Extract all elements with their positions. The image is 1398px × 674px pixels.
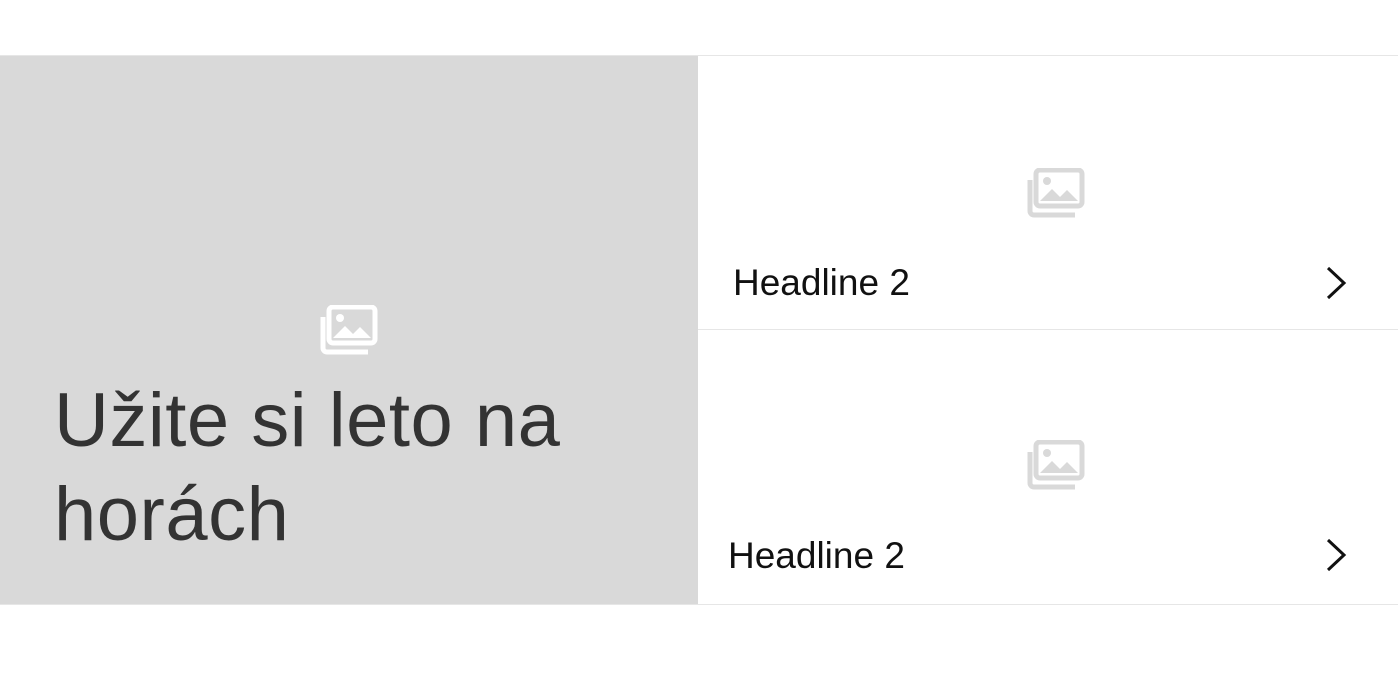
hero-teaser[interactable]: Užite si leto na horách xyxy=(0,56,698,604)
teaser-card[interactable]: Headline 2 xyxy=(698,56,1398,330)
chevron-right-icon[interactable] xyxy=(1322,265,1350,301)
teaser-list: Headline 2 Headline 2 xyxy=(698,56,1398,604)
teaser-section: Užite si leto na horách Headline 2 Headl… xyxy=(0,55,1398,605)
hero-title: Užite si leto na horách xyxy=(54,378,561,557)
image-gallery-icon xyxy=(1027,168,1085,218)
image-gallery-icon xyxy=(320,305,378,355)
image-gallery-icon xyxy=(1027,440,1085,490)
chevron-right-icon[interactable] xyxy=(1322,537,1350,573)
teaser-card[interactable]: Headline 2 xyxy=(698,330,1398,604)
card-headline: Headline 2 xyxy=(733,262,910,303)
card-headline: Headline 2 xyxy=(728,535,905,576)
